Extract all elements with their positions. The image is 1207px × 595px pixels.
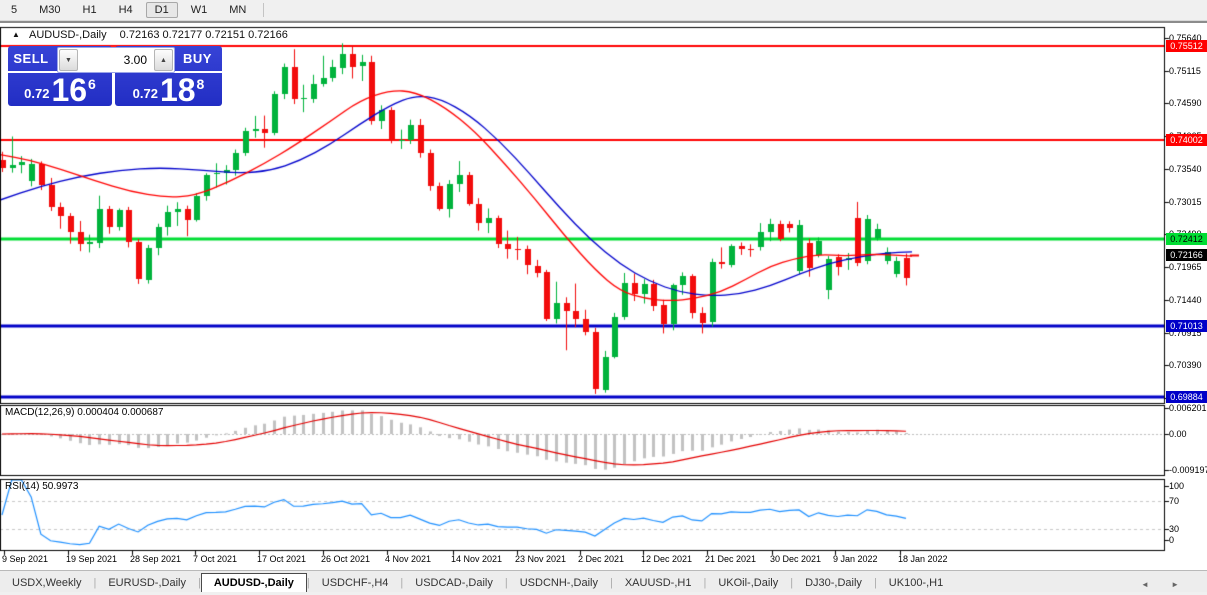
macd-indicator-label: MACD(12,26,9) 0.000404 0.000687 xyxy=(5,407,164,418)
sell-price-prefix: 0.72 xyxy=(24,86,50,101)
symbol-tab-ukoil-daily[interactable]: UKOil-,Daily xyxy=(706,574,790,593)
volume-input[interactable] xyxy=(79,48,153,72)
date-axis-label: 21 Dec 2021 xyxy=(705,554,757,564)
rsi-axis-tick: 70 xyxy=(1169,496,1180,506)
buy-price-pipette: 8 xyxy=(196,76,205,92)
timeframe-button-m30[interactable]: M30 xyxy=(30,2,69,18)
level-price-label: 0.72412 xyxy=(1166,233,1207,246)
price-axis-tick: 0.75115 xyxy=(1169,65,1201,76)
symbol-tab-audusd-daily[interactable]: AUDUSD-,Daily xyxy=(200,573,307,593)
toolbar-separator xyxy=(263,3,265,17)
timeframe-button-5[interactable]: 5 xyxy=(2,2,26,18)
symbol-tab-eurusd-daily[interactable]: EURUSD-,Daily xyxy=(96,574,198,593)
symbol-tab-usdchf-h4[interactable]: USDCHF-,H4 xyxy=(310,574,401,593)
volume-increase-button[interactable]: ▲ xyxy=(154,49,173,71)
price-axis-tick: 0.70390 xyxy=(1169,360,1202,371)
symbol-tab-bar: USDX,Weekly | EURUSD-,Daily | AUDUSD-,Daily |… xyxy=(0,570,1207,593)
rsi-axis-tick: 100 xyxy=(1169,481,1185,491)
level-price-label: 0.75512 xyxy=(1166,39,1207,52)
symbol-tab-uk100-h1[interactable]: UK100-,H1 xyxy=(877,574,955,593)
symbol-tab-usdcnh-daily[interactable]: USDCNH-,Daily xyxy=(508,574,610,593)
price-axis-tick: 0.73015 xyxy=(1169,196,1202,207)
date-axis-label: 23 Nov 2021 xyxy=(515,554,567,564)
price-axis-tick: 0.71440 xyxy=(1169,294,1202,305)
date-axis-label: 7 Oct 2021 xyxy=(193,554,238,564)
chart-window: ▲ AUDUSD-,Daily 0.72163 0.72177 0.72151 … xyxy=(0,21,1207,572)
chart-symbol-label: AUDUSD-,Daily xyxy=(28,29,107,41)
timeframe-button-h1[interactable]: H1 xyxy=(74,2,106,18)
price-axis-tick: 0.73540 xyxy=(1169,163,1202,174)
price-axis-tick: 0.74590 xyxy=(1169,98,1202,109)
timeframe-button-d1[interactable]: D1 xyxy=(145,2,178,18)
trading-platform-window: { "toolbar": { "timeframes": ["5", "M30"… xyxy=(0,0,1207,595)
macd-axis-tick: 0.00 xyxy=(1169,429,1187,439)
symbol-tab-usdcad-daily[interactable]: USDCAD-,Daily xyxy=(403,574,505,593)
buy-price-prefix: 0.72 xyxy=(132,86,158,101)
level-price-label: 0.74002 xyxy=(1166,134,1207,147)
collapse-triangle-icon[interactable]: ▲ xyxy=(12,30,20,39)
macd-axis-tick: 0.006201 xyxy=(1169,403,1207,413)
date-axis-label: 12 Dec 2021 xyxy=(641,554,693,564)
date-axis-label: 19 Sep 2021 xyxy=(66,554,118,564)
one-click-trading-panel: SELL 0.72 16 6 BUY 0.72 18 8 ▼ 3.00 ▲ xyxy=(8,46,222,106)
chart-title: ▲ AUDUSD-,Daily 0.72163 0.72177 0.72151 … xyxy=(12,29,288,41)
date-axis-label: 4 Nov 2021 xyxy=(385,554,432,564)
date-axis-label: 28 Sep 2021 xyxy=(130,554,182,564)
rsi-indicator-label: RSI(14) 50.9973 xyxy=(5,481,79,492)
volume-decrease-button[interactable]: ▼ xyxy=(59,49,78,71)
buy-price: 0.72 18 8 xyxy=(115,72,222,108)
date-axis-label: 26 Oct 2021 xyxy=(321,554,371,564)
date-axis-label: 18 Jan 2022 xyxy=(898,554,948,564)
timeframe-button-mn[interactable]: MN xyxy=(220,2,255,18)
symbol-tab-dj30-daily[interactable]: DJ30-,Daily xyxy=(793,574,874,593)
date-axis-label: 9 Sep 2021 xyxy=(2,554,49,564)
macd-axis-tick: -0.009197 xyxy=(1169,465,1207,475)
sell-price: 0.72 16 6 xyxy=(8,72,112,108)
sell-price-pipette: 6 xyxy=(88,76,96,92)
timeframe-toolbar: 5 M30 H1 H4 D1 W1 MN xyxy=(0,0,1207,21)
timeframe-button-w1[interactable]: W1 xyxy=(182,2,217,18)
date-axis-label: 2 Dec 2021 xyxy=(578,554,625,564)
rsi-axis-tick: 30 xyxy=(1169,524,1180,534)
price-axis-tick: 0.71965 xyxy=(1169,262,1202,273)
level-price-label: 0.71013 xyxy=(1166,320,1207,333)
symbol-tab-xauusd-h1[interactable]: XAUUSD-,H1 xyxy=(613,574,704,593)
current-price-label: 0.72166 xyxy=(1166,248,1207,261)
tab-scroll-arrows[interactable]: ◄ ► xyxy=(1141,580,1189,589)
symbol-tab-usdx-weekly[interactable]: USDX,Weekly xyxy=(0,574,93,593)
rsi-axis-tick: 0 xyxy=(1169,535,1175,545)
timeframe-button-h4[interactable]: H4 xyxy=(110,2,142,18)
date-axis-label: 14 Nov 2021 xyxy=(451,554,503,564)
date-axis-label: 9 Jan 2022 xyxy=(833,554,878,564)
volume-control: ▼ ▲ xyxy=(57,47,175,73)
sell-price-big: 16 xyxy=(51,72,88,108)
date-axis-label: 30 Dec 2021 xyxy=(770,554,822,564)
date-axis-label: 17 Oct 2021 xyxy=(257,554,307,564)
chart-ohlc-values: 0.72163 0.72177 0.72151 0.72166 xyxy=(119,29,288,41)
level-price-label: 0.69884 xyxy=(1166,390,1207,403)
buy-price-big: 18 xyxy=(159,72,196,108)
